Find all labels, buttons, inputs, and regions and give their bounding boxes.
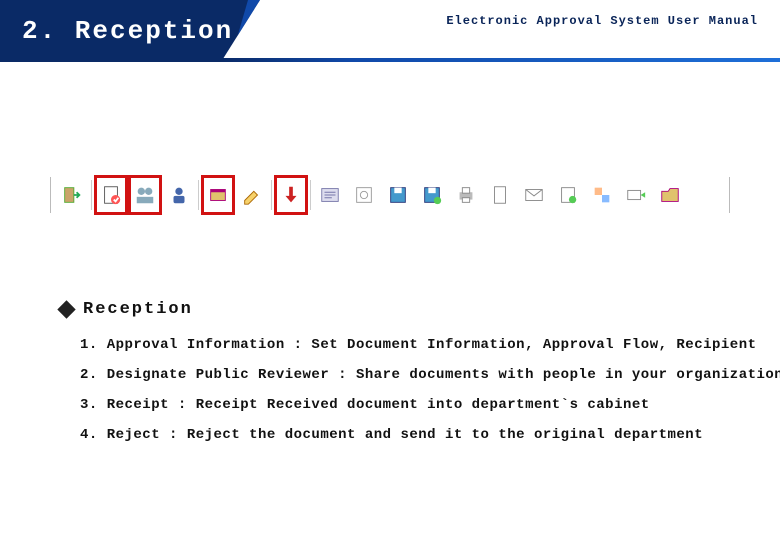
reject-icon (280, 184, 302, 206)
edit-icon (241, 184, 263, 206)
save-icon (387, 184, 409, 206)
slide: 2. Reception Electronic Approval System … (0, 0, 780, 540)
send-button[interactable] (619, 175, 653, 215)
attach-icon (557, 184, 579, 206)
saveas-icon (421, 184, 443, 206)
open-icon (659, 184, 681, 206)
summary-icon (319, 184, 341, 206)
approval-info-icon (100, 184, 122, 206)
page-title: 2. Reception (22, 16, 233, 46)
list-item: 3. Receipt : Receipt Received document i… (80, 397, 730, 413)
bullet-diamond-icon (57, 300, 75, 318)
open-button[interactable] (653, 175, 687, 215)
page-icon (489, 184, 511, 206)
reject-button[interactable] (274, 175, 308, 215)
person-button[interactable] (162, 175, 196, 215)
print-icon (455, 184, 477, 206)
person-icon (168, 184, 190, 206)
designate-reviewer-button[interactable] (128, 175, 162, 215)
manual-subtitle: Electronic Approval System User Manual (446, 14, 758, 28)
preview-icon (353, 184, 375, 206)
page-button[interactable] (483, 175, 517, 215)
receipt-button[interactable] (201, 175, 235, 215)
preview-button[interactable] (347, 175, 381, 215)
header: 2. Reception Electronic Approval System … (0, 0, 780, 62)
print-button[interactable] (449, 175, 483, 215)
approval-info-button[interactable] (94, 175, 128, 215)
steps-list: 1. Approval Information : Set Document I… (60, 337, 730, 443)
toolbar-icons (51, 175, 729, 215)
related-icon (591, 184, 613, 206)
summary-button[interactable] (313, 175, 347, 215)
list-item: 2. Designate Public Reviewer : Share doc… (80, 367, 730, 383)
toolbar-separator (91, 180, 92, 210)
exit-icon (61, 184, 83, 206)
exit-button[interactable] (55, 175, 89, 215)
header-stripe (0, 58, 780, 62)
toolbar-separator (310, 180, 311, 210)
title-banner: 2. Reception (0, 0, 260, 62)
section-title: Reception (83, 300, 193, 319)
toolbar-separator (271, 180, 272, 210)
save-button[interactable] (381, 175, 415, 215)
mail-icon (523, 184, 545, 206)
designate-reviewer-icon (134, 184, 156, 206)
mail-button[interactable] (517, 175, 551, 215)
saveas-button[interactable] (415, 175, 449, 215)
send-icon (625, 184, 647, 206)
list-item: 4. Reject : Reject the document and send… (80, 427, 730, 443)
edit-button[interactable] (235, 175, 269, 215)
list-item: 1. Approval Information : Set Document I… (80, 337, 730, 353)
section-head: Reception (60, 300, 730, 319)
receipt-icon (207, 184, 229, 206)
toolbar-right-edge (729, 177, 730, 213)
content: Reception 1. Approval Information : Set … (60, 300, 730, 457)
toolbar-separator (198, 180, 199, 210)
related-button[interactable] (585, 175, 619, 215)
attach-button[interactable] (551, 175, 585, 215)
toolbar (50, 165, 730, 225)
